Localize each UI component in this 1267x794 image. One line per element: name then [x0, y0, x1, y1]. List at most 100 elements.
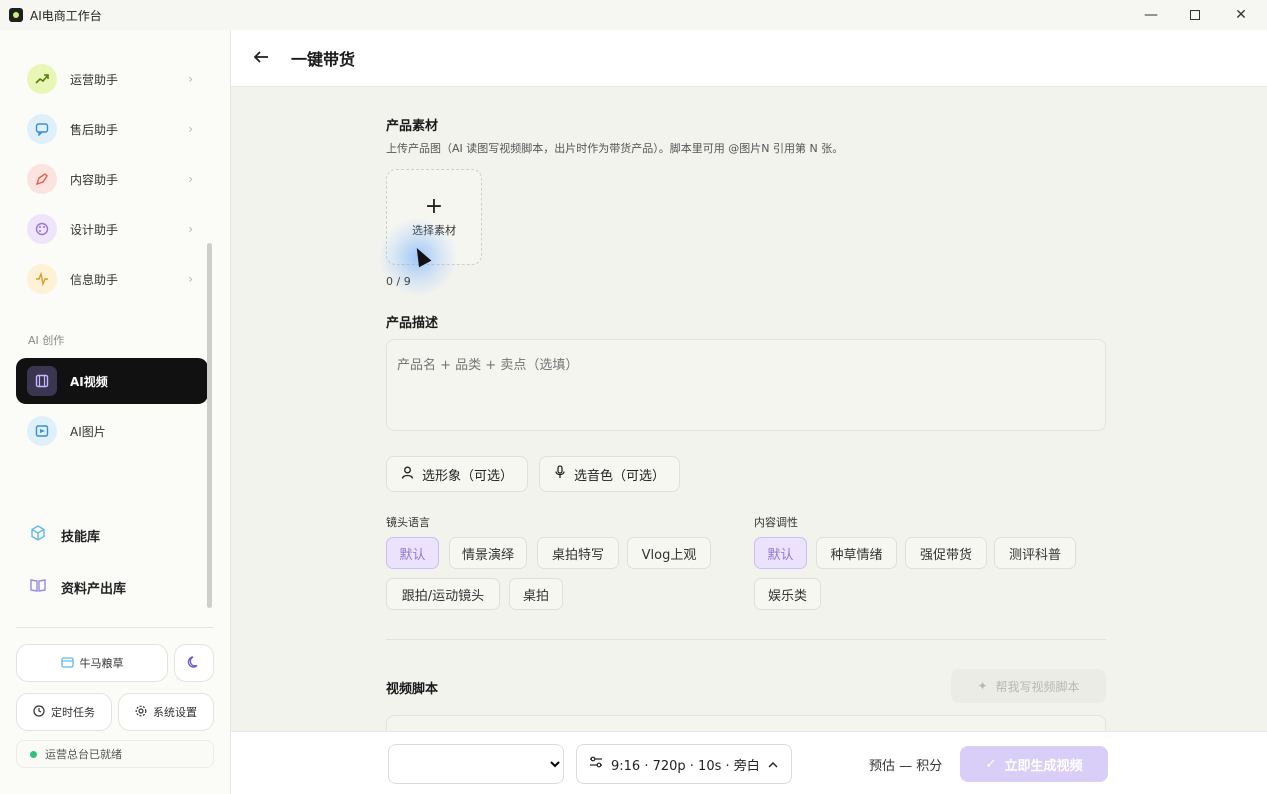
- ai-write-script-label: 帮我写视频脚本: [995, 679, 1080, 694]
- sidebar-item-label: 资料产出库: [61, 581, 127, 597]
- select-voice-button[interactable]: 选音色（可选）: [539, 456, 681, 492]
- section-label-ai-creation: AI 创作: [28, 334, 65, 347]
- chevron-right-icon: ›: [188, 172, 193, 186]
- material-section-subtitle: 上传产品图（AI 读图写视频脚本，出片时作为带货产品）。脚本里可用 @图片N 引…: [386, 142, 844, 155]
- sidebar-item-after-sales[interactable]: 售后助手 ›: [16, 106, 208, 152]
- chevron-right-icon: ›: [188, 122, 193, 136]
- content-style-label: 内容调性: [754, 516, 798, 529]
- gear-icon: [135, 705, 147, 720]
- palette-icon: [27, 214, 57, 244]
- sidebar-item-label: 设计助手: [70, 222, 119, 237]
- chevron-up-icon: [768, 758, 778, 771]
- generate-video-button[interactable]: ✓ 立即生成视频: [960, 746, 1108, 782]
- pulse-icon: [27, 264, 57, 294]
- check-icon: ✓: [985, 756, 997, 772]
- draft-button[interactable]: 牛马粮草: [16, 644, 168, 682]
- moon-icon: [187, 655, 201, 672]
- sidebar-item-label: 信息助手: [70, 272, 119, 287]
- maximize-button[interactable]: [1172, 0, 1218, 30]
- sidebar-item-label: 技能库: [61, 529, 101, 545]
- shot-chip-scenario[interactable]: 情景演绎: [449, 537, 527, 569]
- sidebar-item-materials[interactable]: 资料产出库: [30, 577, 126, 597]
- sidebar-divider: [16, 627, 214, 628]
- sidebar-item-operations[interactable]: 运营助手 ›: [16, 56, 208, 102]
- shot-chip-default[interactable]: 默认: [386, 537, 439, 569]
- material-section-title: 产品素材: [386, 119, 439, 134]
- sidebar-item-label: 售后助手: [70, 122, 119, 137]
- chevron-right-icon: ›: [188, 272, 193, 286]
- pen-nib-icon: [27, 164, 57, 194]
- ai-write-script-button[interactable]: ✦ 帮我写视频脚本: [951, 669, 1106, 703]
- bottom-action-bar: 9:16 · 720p · 10s · 旁白 预估 — 积分 ✓ 立即生成视频: [231, 731, 1267, 794]
- generate-video-label: 立即生成视频: [1004, 758, 1083, 774]
- maximize-icon: [1190, 10, 1200, 20]
- sidebar-item-label: AI视频: [70, 374, 108, 389]
- system-settings-button[interactable]: 系统设置: [118, 693, 214, 731]
- description-section-title: 产品描述: [386, 316, 439, 331]
- page-title: 一键带货: [291, 50, 356, 69]
- status-dot: [30, 750, 37, 758]
- style-chip-entertainment[interactable]: 娱乐类: [754, 578, 821, 610]
- shot-chip-tabletop[interactable]: 桌拍: [509, 578, 563, 610]
- sidebar-item-content[interactable]: 内容助手 ›: [16, 156, 208, 202]
- film-icon: [27, 366, 57, 396]
- style-chip-emotional[interactable]: 种草情绪: [816, 537, 897, 569]
- chevron-right-icon: ›: [188, 72, 193, 86]
- window-title: AI电商工作台: [30, 8, 102, 23]
- minimize-button[interactable]: —: [1128, 0, 1174, 30]
- shot-chip-follow[interactable]: 跟拍/运动镜头: [386, 578, 500, 610]
- sidebar-item-info[interactable]: 信息助手 ›: [16, 256, 208, 302]
- select-avatar-label: 选形象（可选）: [422, 468, 514, 484]
- plus-icon: +: [424, 194, 444, 219]
- sidebar-item-label: 内容助手: [70, 172, 119, 187]
- scheduled-tasks-label: 定时任务: [51, 706, 95, 719]
- draft-button-label: 牛马粮草: [79, 657, 124, 670]
- sidebar: 运营助手 › 售后助手 › 内容助手 › 设计助手 › 信息助手 › AI 创作: [0, 30, 231, 794]
- sidebar-item-skills[interactable]: 技能库: [30, 525, 100, 545]
- image-icon: [27, 416, 57, 446]
- title-bar: AI电商工作台 — ✕: [0, 0, 1267, 30]
- book-open-icon: [30, 577, 50, 597]
- product-description-input[interactable]: [386, 339, 1106, 431]
- shot-language-label: 镜头语言: [386, 516, 430, 529]
- credit-estimate: 预估 — 积分: [869, 759, 943, 774]
- app-logo: [9, 8, 23, 22]
- status-indicator: 运营总台已就绪: [16, 740, 214, 768]
- page-header: 一键带货: [231, 30, 1267, 87]
- sliders-icon: [589, 756, 603, 772]
- main-content: 产品素材 上传产品图（AI 读图写视频脚本，出片时作为带货产品）。脚本里可用 @…: [231, 87, 1267, 735]
- chat-bubble-icon: [27, 114, 57, 144]
- material-count: 0 / 9: [386, 275, 411, 288]
- style-chip-default[interactable]: 默认: [754, 537, 807, 569]
- chevron-right-icon: ›: [188, 222, 193, 236]
- sidebar-item-ai-video[interactable]: AI视频: [16, 358, 208, 404]
- user-icon: [401, 466, 414, 483]
- video-params-label: 9:16 · 720p · 10s · 旁白: [611, 758, 760, 774]
- wallet-icon: [60, 656, 74, 671]
- theme-toggle-button[interactable]: [174, 644, 214, 682]
- cube-icon: [30, 525, 50, 545]
- scheduled-tasks-button[interactable]: 定时任务: [16, 693, 112, 731]
- close-button[interactable]: ✕: [1218, 0, 1264, 30]
- shot-chip-vlog[interactable]: Vlog上观: [627, 537, 711, 569]
- section-divider: [386, 639, 1106, 640]
- sidebar-scrollbar[interactable]: [207, 243, 212, 608]
- clock-icon: [33, 704, 45, 720]
- select-avatar-button[interactable]: 选形象（可选）: [386, 456, 529, 492]
- sidebar-item-design[interactable]: 设计助手 ›: [16, 206, 208, 252]
- sidebar-item-label: 运营助手: [70, 72, 119, 87]
- shot-chip-tabletop-closeup[interactable]: 桌拍特写: [537, 537, 619, 569]
- system-settings-label: 系统设置: [153, 706, 197, 719]
- sidebar-item-ai-image[interactable]: AI图片: [16, 408, 208, 454]
- trend-up-icon: [27, 64, 57, 94]
- video-params-button[interactable]: 9:16 · 720p · 10s · 旁白: [576, 744, 792, 784]
- style-chip-review[interactable]: 测评科普: [994, 537, 1076, 569]
- sparkle-icon: ✦: [977, 679, 988, 693]
- back-arrow-icon[interactable]: [253, 48, 273, 69]
- sidebar-item-label: AI图片: [70, 424, 106, 439]
- style-chip-promotion[interactable]: 强促带货: [905, 537, 987, 569]
- model-select[interactable]: [388, 744, 564, 784]
- status-text: 运营总台已就绪: [45, 748, 122, 761]
- script-section-title: 视频脚本: [386, 682, 439, 697]
- select-voice-label: 选音色（可选）: [574, 468, 666, 484]
